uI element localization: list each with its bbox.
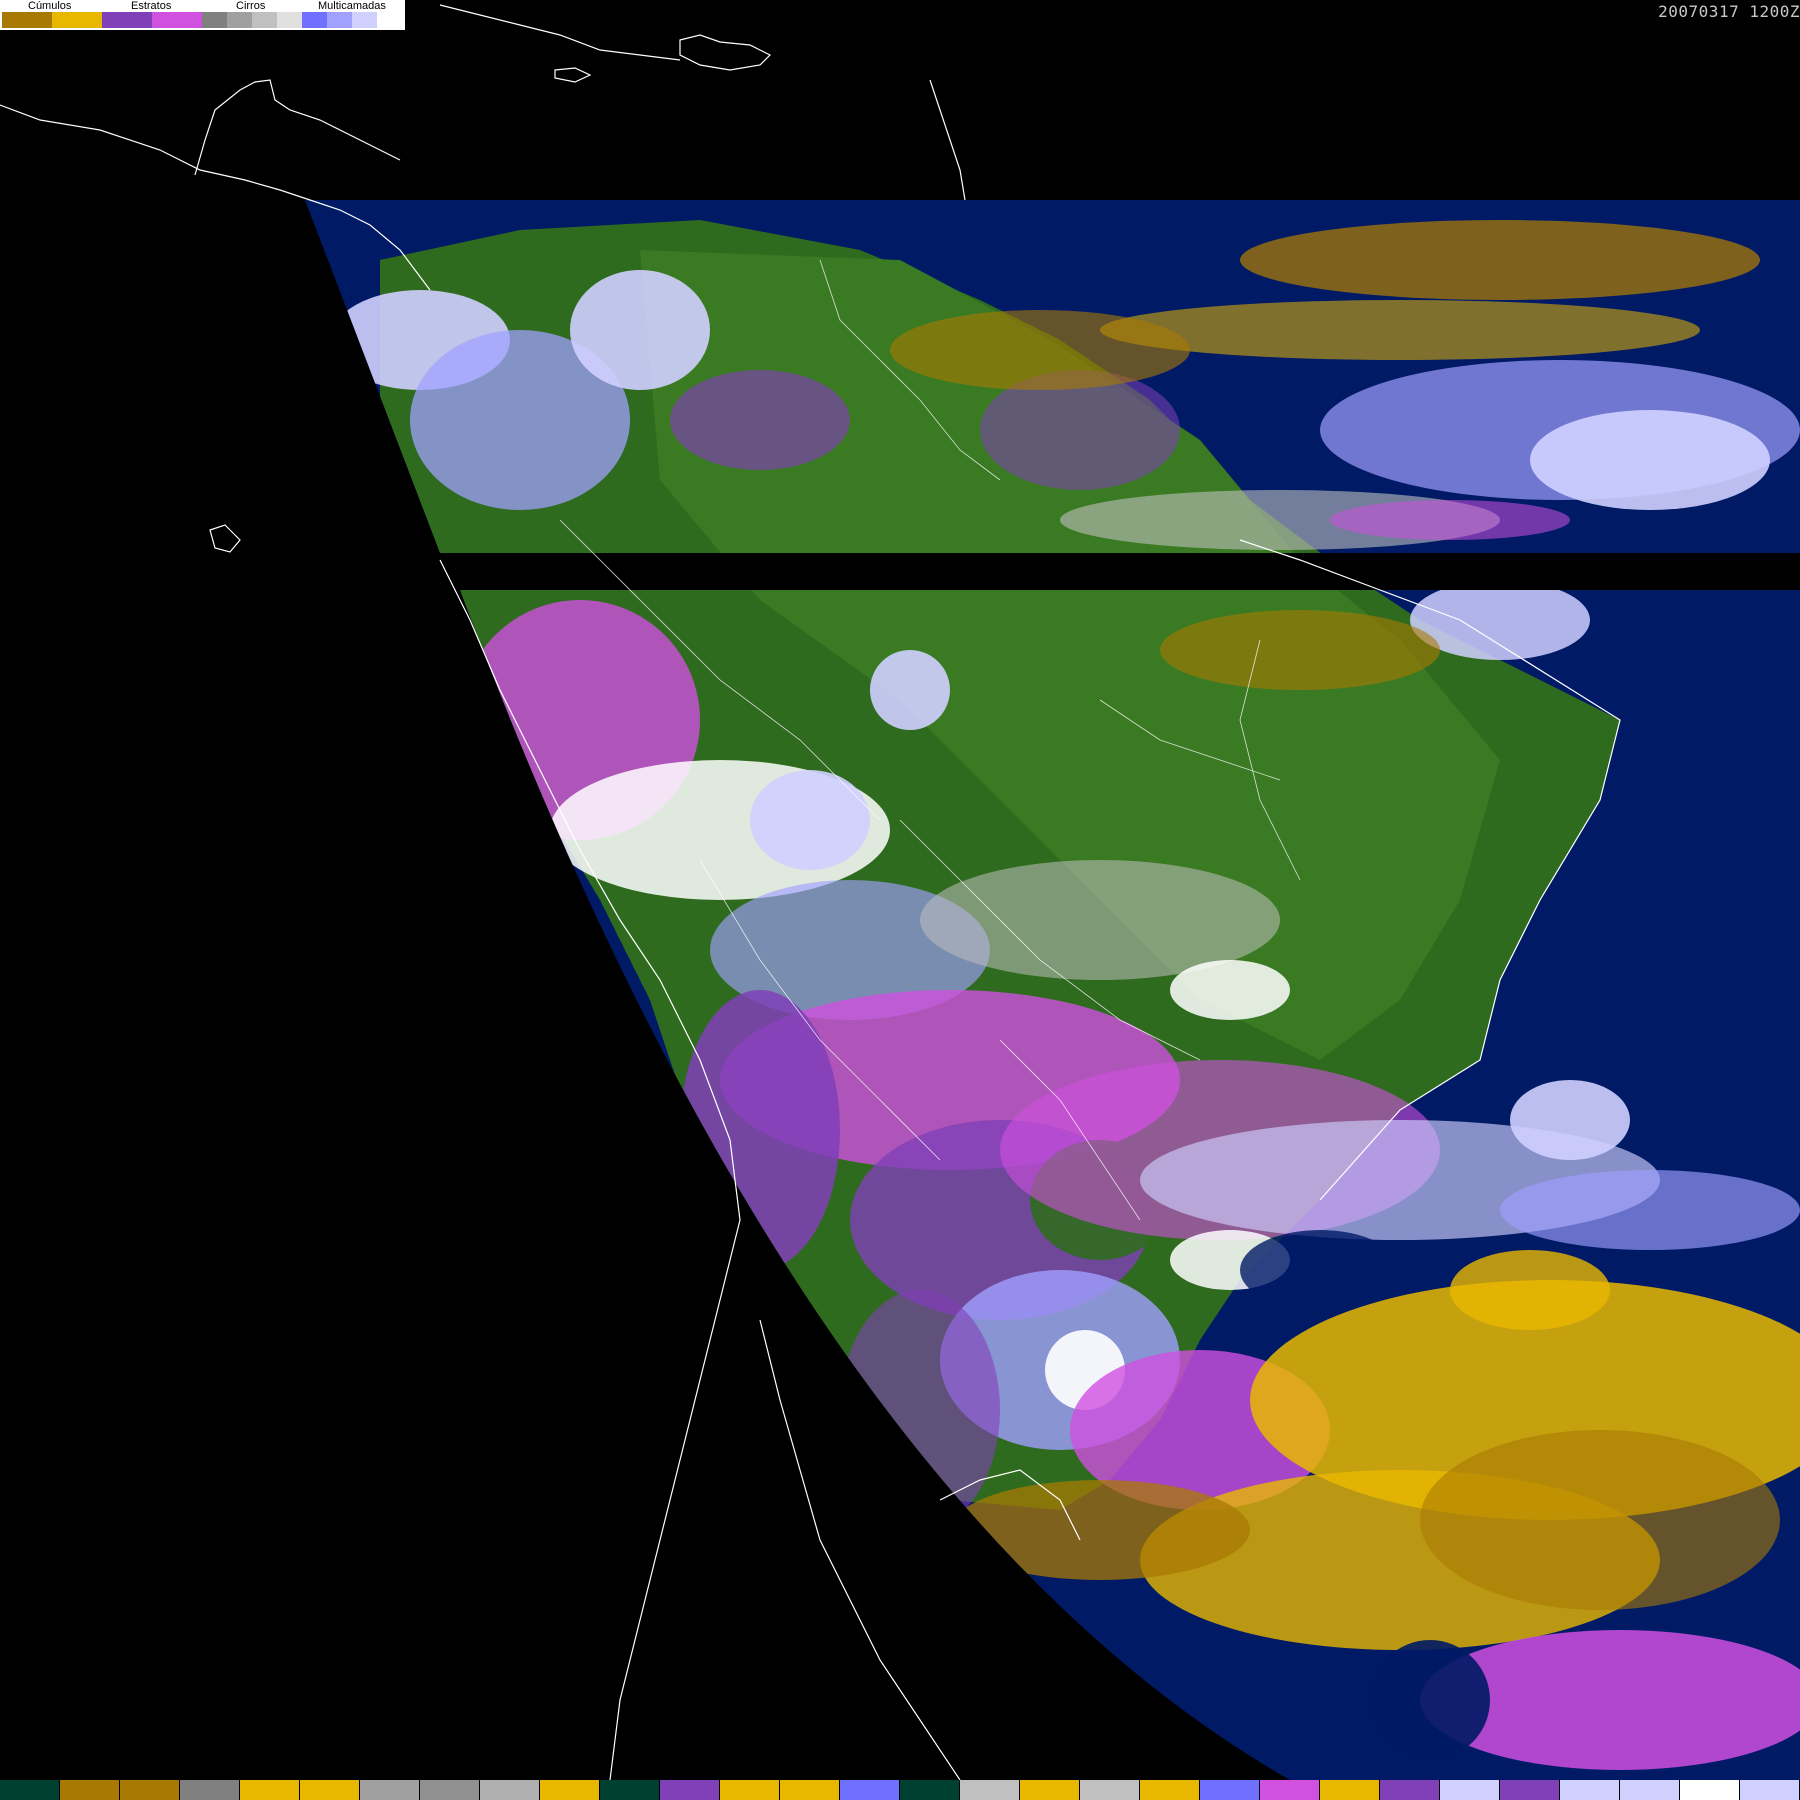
- bottom-bar-cell: [360, 1780, 420, 1800]
- legend-swatch-multicamadas-2: [327, 12, 352, 28]
- bottom-bar-cell: [540, 1780, 600, 1800]
- legend-swatch-estratos-1: [102, 12, 152, 28]
- bottom-bar-cell: [240, 1780, 300, 1800]
- bottom-bar-cell: [420, 1780, 480, 1800]
- satellite-cloud-classification-map: [0, 0, 1800, 1800]
- bottom-bar-cell: [60, 1780, 120, 1800]
- legend-swatch-cumulos-1: [2, 12, 52, 28]
- bottom-bar-cell: [1440, 1780, 1500, 1800]
- legend-swatch-cirros-4: [277, 12, 302, 28]
- bottom-bar-cell: [1200, 1780, 1260, 1800]
- bottom-bar-cell: [960, 1780, 1020, 1800]
- bottom-bar-cell: [180, 1780, 240, 1800]
- cloud-type-legend: Cúmulos Estratos Cirros Multicamadas: [0, 0, 405, 30]
- legend-swatch-multicamadas-1: [302, 12, 327, 28]
- bottom-bar-cell: [600, 1780, 660, 1800]
- bottom-bar-cell: [1020, 1780, 1080, 1800]
- bottom-bar-cell: [1620, 1780, 1680, 1800]
- bottom-bar-cell: [1740, 1780, 1800, 1800]
- bottom-bar-cell: [1500, 1780, 1560, 1800]
- bottom-bar-cell: [1140, 1780, 1200, 1800]
- legend-swatch-cirros-1: [202, 12, 227, 28]
- bottom-bar-cell: [1380, 1780, 1440, 1800]
- legend-swatch-multicamadas-4: [377, 12, 402, 28]
- bottom-bar-cell: [1680, 1780, 1740, 1800]
- bottom-bar-cell: [840, 1780, 900, 1800]
- bottom-bar-cell: [900, 1780, 960, 1800]
- bottom-bar-cell: [300, 1780, 360, 1800]
- legend-swatch-multicamadas-3: [352, 12, 377, 28]
- bottom-bar-cell: [720, 1780, 780, 1800]
- legend-swatches: [2, 12, 402, 28]
- bottom-bar-cell: [1320, 1780, 1380, 1800]
- bottom-bar-cell: [0, 1780, 60, 1800]
- bottom-color-bar: [0, 1780, 1800, 1800]
- bottom-bar-cell: [120, 1780, 180, 1800]
- bottom-bar-cell: [660, 1780, 720, 1800]
- bottom-bar-cell: [1080, 1780, 1140, 1800]
- bottom-bar-cell: [1260, 1780, 1320, 1800]
- bottom-bar-cell: [780, 1780, 840, 1800]
- bottom-bar-cell: [480, 1780, 540, 1800]
- image-timestamp: 20070317 1200Z: [1658, 2, 1800, 21]
- bottom-bar-cell: [1560, 1780, 1620, 1800]
- legend-swatch-cirros-2: [227, 12, 252, 28]
- legend-swatch-cirros-3: [252, 12, 277, 28]
- legend-swatch-cumulos-2: [52, 12, 102, 28]
- legend-swatch-estratos-2: [152, 12, 202, 28]
